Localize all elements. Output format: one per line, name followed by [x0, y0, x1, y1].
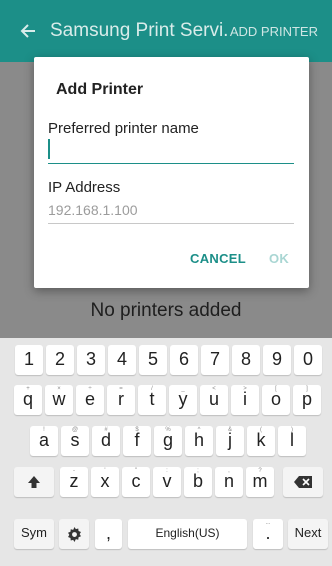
shift-key[interactable] [14, 467, 54, 497]
key-hint: ( [260, 427, 262, 433]
cancel-button[interactable]: CANCEL [190, 251, 246, 266]
empty-message: No printers added [90, 300, 242, 321]
number-key-1[interactable]: 1 [15, 345, 43, 375]
letter-key-k[interactable]: (k [247, 426, 275, 456]
letter-key-c[interactable]: " c [122, 467, 150, 497]
letter-key-m[interactable]: ? m [246, 467, 274, 497]
letter-key-q[interactable]: + q [14, 385, 42, 415]
key-hint: , [228, 468, 230, 474]
key-hint: ^ [197, 427, 201, 433]
letter-key-a[interactable]: ! a [30, 426, 58, 456]
letter-key-u[interactable]: < u [200, 385, 228, 415]
letter-key-z[interactable]: -z [60, 467, 88, 497]
key-hint: × [57, 386, 61, 392]
letter-key-g[interactable]: % g [154, 426, 182, 456]
number-key-3[interactable]: 3 [77, 345, 105, 375]
letter-key-p[interactable]: ] p [293, 385, 321, 415]
number-key-2[interactable]: 2 [46, 345, 74, 375]
key-hint: @ [71, 427, 79, 433]
letter-key-t[interactable]: / t [138, 385, 166, 415]
number-key-4[interactable]: 4 [108, 345, 136, 375]
key-hint: ) [291, 427, 293, 433]
key-hint: ; [197, 468, 199, 474]
letter-key-i[interactable]: > i [231, 385, 259, 415]
letter-key-y[interactable]: _ y [169, 385, 197, 415]
key-hint: ' [104, 468, 106, 474]
add-printer-dialog: Add Printer Preferred printer name IP Ad… [34, 57, 309, 288]
sym-key[interactable]: Sym [14, 519, 54, 549]
dialog-title: Add Printer [56, 81, 144, 98]
settings-key[interactable] [59, 519, 89, 549]
space-key[interactable]: English(US) [128, 519, 247, 549]
number-key-0[interactable]: 0 [294, 345, 322, 375]
letter-key-o[interactable]: [o [262, 385, 290, 415]
letter-key-h[interactable]: ^ h [185, 426, 213, 456]
key-hint: & [227, 427, 232, 433]
ip-address-label: IP Address [48, 179, 121, 196]
ip-address-placeholder: 192.168.1.100 [48, 202, 138, 218]
printer-name-label: Preferred printer name [48, 120, 199, 137]
period-key[interactable]: ... . [253, 519, 283, 549]
number-key-6[interactable]: 6 [170, 345, 198, 375]
letter-key-n[interactable]: ,n [215, 467, 243, 497]
number-key-7[interactable]: 7 [201, 345, 229, 375]
letter-key-b[interactable]: ; b [184, 467, 212, 497]
gear-icon [67, 526, 81, 542]
app-title: Samsung Print Servi... [50, 20, 230, 41]
back-arrow-icon[interactable] [20, 23, 36, 39]
number-key-8[interactable]: 8 [232, 345, 260, 375]
letter-key-s[interactable]: @ s [61, 426, 89, 456]
key-hint: % [165, 427, 171, 433]
key-hint: / [151, 386, 153, 392]
shift-icon [28, 476, 40, 489]
backspace-key[interactable] [283, 467, 323, 497]
key-hint: [ [275, 386, 277, 392]
app-bar: Samsung Print Servi... ADD PRINTER [0, 0, 332, 62]
key-hint: ? [258, 468, 262, 474]
letter-key-x[interactable]: ' x [91, 467, 119, 497]
keyboard: 1234567890 + q × w ÷ e = r / t _ y < u > i[o] p ! a @ s # d $ f… [0, 338, 332, 566]
backspace-icon [294, 476, 312, 489]
key-hint: = [119, 386, 123, 392]
letter-key-v[interactable]: :v [153, 467, 181, 497]
ok-button[interactable]: OK [269, 251, 289, 266]
key-hint: + [26, 386, 30, 392]
text-cursor [48, 139, 50, 159]
key-hint: _ [181, 386, 185, 392]
letter-key-f[interactable]: $ f [123, 426, 151, 456]
key-hint: < [212, 386, 216, 392]
key-hint: > [243, 386, 247, 392]
printer-name-input[interactable] [48, 137, 294, 164]
key-hint: - [73, 468, 75, 474]
key-hint: ÷ [88, 386, 92, 392]
letter-key-e[interactable]: ÷ e [76, 385, 104, 415]
comma-key[interactable]: , [95, 519, 122, 549]
number-key-9[interactable]: 9 [263, 345, 291, 375]
letter-key-j[interactable]: & j [216, 426, 244, 456]
letter-key-l[interactable]: ) l [278, 426, 306, 456]
add-printer-button[interactable]: ADD PRINTER [230, 24, 318, 39]
key-hint: ! [43, 427, 45, 433]
key-hint: $ [135, 427, 139, 433]
ip-address-input[interactable]: 192.168.1.100 [48, 197, 294, 224]
letter-key-r[interactable]: = r [107, 385, 135, 415]
period-key-hint: ... [265, 520, 271, 526]
letter-key-d[interactable]: # d [92, 426, 120, 456]
key-hint: " [134, 468, 138, 474]
key-hint: : [166, 468, 168, 474]
key-hint: # [104, 427, 108, 433]
next-key[interactable]: Next [288, 519, 328, 549]
number-key-5[interactable]: 5 [139, 345, 167, 375]
letter-key-w[interactable]: × w [45, 385, 73, 415]
key-hint: ] [306, 386, 308, 392]
